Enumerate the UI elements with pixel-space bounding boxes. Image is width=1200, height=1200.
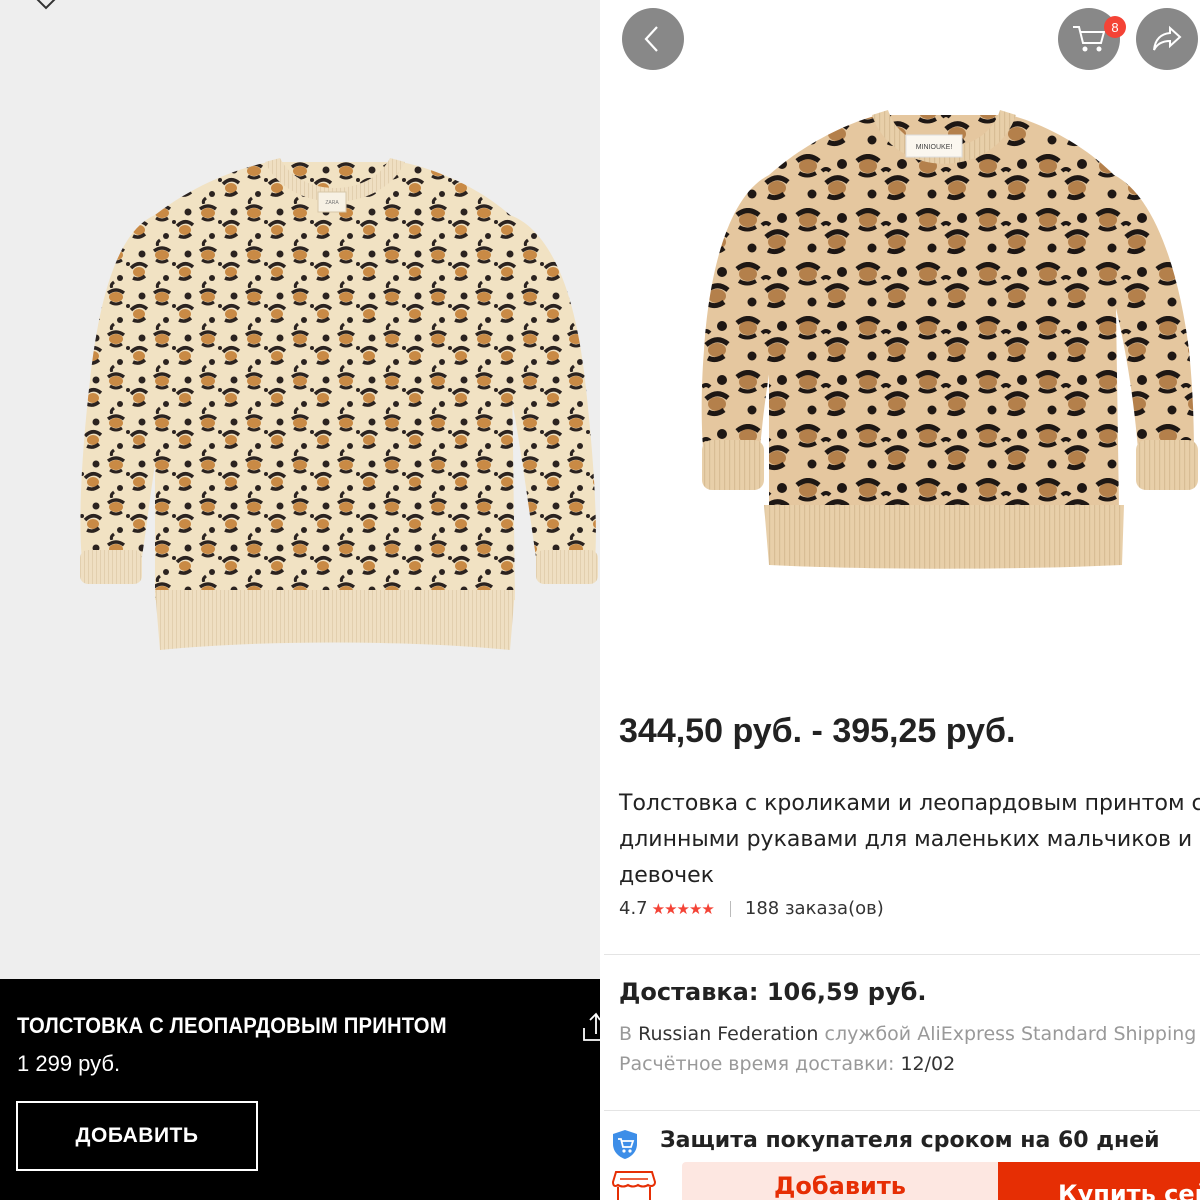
cart-count-badge: 8 bbox=[1104, 16, 1126, 38]
product-image-aliexpress-sweatshirt: MINIOUKE! bbox=[701, 110, 1198, 569]
shipping-info[interactable]: В Russian Federation службой AliExpress … bbox=[619, 1023, 1196, 1045]
close-icon[interactable] bbox=[26, 0, 66, 16]
chevron-left-icon bbox=[644, 26, 658, 52]
back-button[interactable] bbox=[622, 8, 684, 70]
buyer-protection[interactable]: Защита покупателя сроком на 60 дней bbox=[660, 1128, 1160, 1153]
zara-product-panel: ZARA ТОЛСТОВКА С ЛЕОПАРДОВЫМ ПРИНТОМ 1 2… bbox=[0, 0, 600, 1200]
share-arrow-icon bbox=[1153, 25, 1182, 51]
product-title: ТОЛСТОВКА С ЛЕОПАРДОВЫМ ПРИНТОМ bbox=[17, 1013, 447, 1038]
title-line: Толстовка с кроликами и леопардовым прин… bbox=[619, 791, 1200, 816]
aliexpress-product-panel: MINIOUKE! 8 344,50 руб. - 395,25 руб. То… bbox=[604, 0, 1200, 1200]
eta-value: 12/02 bbox=[900, 1053, 956, 1075]
add-to-cart-button[interactable]: ДОБАВИТЬ bbox=[16, 1101, 258, 1171]
title-line: длинными рукавами для маленьких мальчико… bbox=[619, 827, 1193, 852]
zara-tag: ZARA bbox=[325, 200, 339, 206]
delivery-eta: Расчётное время доставки: 12/02 bbox=[619, 1053, 955, 1075]
divider bbox=[604, 1110, 1200, 1111]
ship-prefix: В bbox=[619, 1023, 633, 1045]
product-title: Толстовка с кроликами и леопардовым прин… bbox=[619, 786, 1200, 894]
eta-label: Расчётное время доставки: bbox=[619, 1053, 895, 1075]
share-button[interactable] bbox=[1136, 8, 1198, 70]
title-line: девочек bbox=[619, 863, 714, 888]
separator bbox=[729, 900, 731, 917]
ship-service: службой AliExpress Standard Shipping bbox=[824, 1023, 1197, 1045]
add-to-cart-button[interactable]: Добавить bbox=[682, 1162, 998, 1200]
price-range: 344,50 руб. - 395,25 руб. bbox=[619, 712, 1016, 750]
product-price: 1 299 руб. bbox=[17, 1051, 121, 1076]
store-icon[interactable] bbox=[612, 1170, 656, 1200]
cart-icon bbox=[1073, 26, 1106, 52]
divider bbox=[604, 954, 1200, 955]
buy-now-button[interactable]: Купить сейчас bbox=[998, 1162, 1200, 1200]
rating-row[interactable]: 4.7 ★★★★★ 188 заказа(ов) bbox=[619, 898, 884, 919]
product-image-zara-sweatshirt: ZARA bbox=[80, 158, 598, 650]
shield-cart-icon bbox=[613, 1130, 637, 1159]
orders-count: 188 заказа(ов) bbox=[744, 898, 884, 919]
rating-value: 4.7 bbox=[619, 898, 648, 919]
share-upload-icon[interactable] bbox=[582, 1010, 600, 1044]
delivery-price[interactable]: Доставка: 106,59 руб. bbox=[619, 978, 927, 1006]
miniouke-tag: MINIOUKE! bbox=[916, 144, 953, 151]
rating-stars-icon: ★★★★★ bbox=[651, 899, 715, 918]
ship-country: Russian Federation bbox=[638, 1023, 819, 1045]
